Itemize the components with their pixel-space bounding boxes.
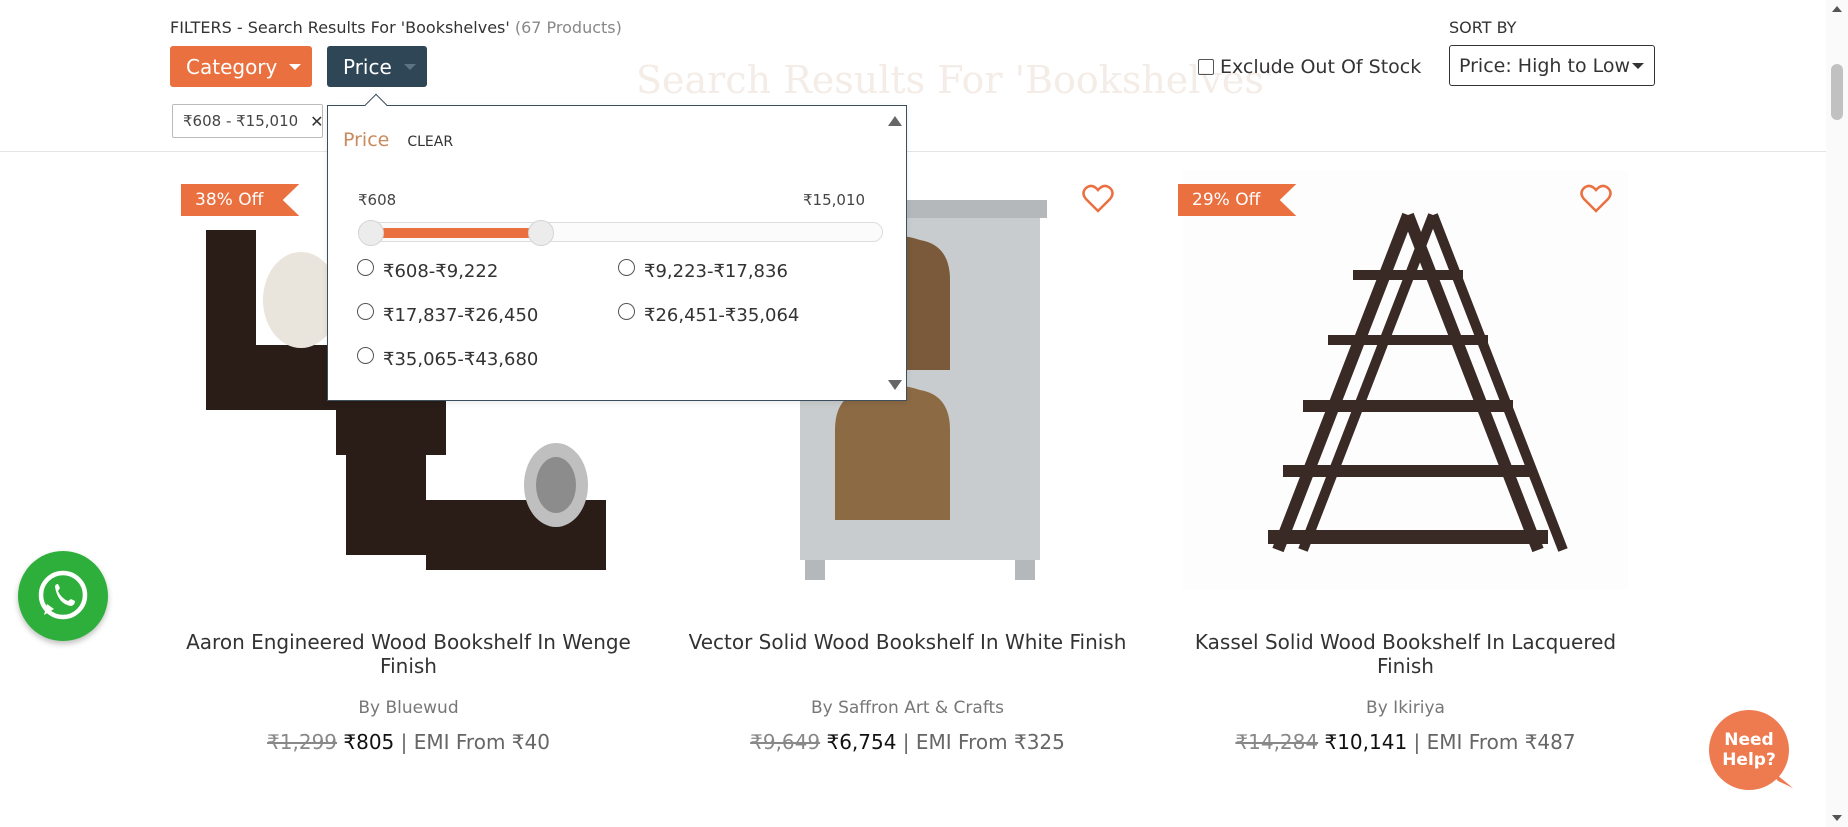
filters-heading: FILTERS - Search Results For 'Bookshelve… (170, 18, 622, 37)
chevron-down-icon (1632, 62, 1644, 69)
product-brand: By Bluewud (358, 698, 459, 718)
active-filter-chip: ₹608 - ₹15,010 ✕ (172, 104, 324, 138)
product-mrp: ₹14,284 (1235, 730, 1319, 754)
price-dropdown-header: Price CLEAR (343, 129, 453, 151)
exclude-out-of-stock-toggle[interactable]: Exclude Out Of Stock (1198, 56, 1421, 78)
sort-select[interactable]: Price: High to Low (1449, 45, 1655, 86)
product-price-line: ₹9,649 ₹6,754 | EMI From ₹325 (680, 730, 1135, 754)
product-emi: | EMI From ₹487 (1407, 730, 1576, 754)
price-range-slider[interactable] (358, 220, 883, 246)
price-option-label: ₹26,451-₹35,064 (644, 305, 800, 326)
product-emi: | EMI From ₹40 (394, 730, 550, 754)
product-price: ₹6,754 (826, 730, 897, 754)
product-brand: By Ikiriya (1366, 698, 1445, 718)
background-search-title: Search Results For 'Bookshelves' (636, 58, 1275, 102)
product-card[interactable]: 29% Off Kassel Solid Wood Bookshelf In L… (1178, 170, 1633, 760)
need-help-line-2: Help? (1722, 750, 1776, 770)
scroll-up-arrow[interactable] (1832, 6, 1842, 12)
filters-heading-text: FILTERS - Search Results For 'Bookshelve… (170, 18, 510, 37)
chevron-down-icon (403, 63, 416, 70)
dropdown-notch (364, 93, 388, 117)
price-option-label: ₹9,223-₹17,836 (644, 261, 788, 282)
price-filter-button[interactable]: Price (327, 46, 427, 87)
product-mrp: ₹9,649 (750, 730, 821, 754)
product-price: ₹10,141 (1324, 730, 1408, 754)
dropdown-scroll-up-arrow[interactable] (888, 116, 902, 126)
product-image[interactable] (1183, 170, 1628, 590)
product-price-line: ₹14,284 ₹10,141 | EMI From ₹487 (1178, 730, 1633, 754)
whatsapp-icon (38, 570, 88, 620)
need-help-button[interactable]: Need Help? (1709, 710, 1793, 790)
price-range-min-label: ₹608 (358, 191, 397, 209)
heart-icon[interactable] (1081, 182, 1115, 216)
sort-select-value: Price: High to Low (1459, 54, 1631, 77)
price-option-label: ₹608-₹9,222 (383, 261, 499, 282)
heart-icon[interactable] (1579, 182, 1613, 216)
active-filter-chip-label: ₹608 - ₹15,010 (183, 112, 299, 130)
product-count: (67 Products) (514, 18, 622, 37)
category-filter-button[interactable]: Category (170, 46, 312, 87)
price-clear-button[interactable]: CLEAR (407, 134, 453, 150)
need-help-line-1: Need (1724, 730, 1774, 750)
product-title[interactable]: Vector Solid Wood Bookshelf In White Fin… (680, 630, 1135, 654)
category-filter-label: Category (186, 54, 278, 79)
page-scrollbar[interactable] (1826, 0, 1848, 827)
price-option-5[interactable]: ₹35,065-₹43,680 (357, 347, 539, 370)
product-price: ₹805 (343, 730, 395, 754)
price-range-max-handle[interactable] (527, 220, 554, 246)
price-range-fill (369, 228, 538, 238)
product-brand: By Saffron Art & Crafts (810, 698, 1005, 718)
price-option-1[interactable]: ₹608-₹9,222 (357, 259, 499, 282)
chevron-down-icon (289, 63, 302, 70)
dropdown-scroll-down-arrow[interactable] (888, 380, 902, 390)
whatsapp-button[interactable] (18, 551, 108, 641)
scroll-down-arrow[interactable] (1832, 815, 1842, 821)
exclude-out-of-stock-label: Exclude Out Of Stock (1220, 56, 1422, 78)
close-icon[interactable]: ✕ (310, 112, 323, 131)
price-option-4[interactable]: ₹26,451-₹35,064 (618, 303, 800, 326)
exclude-out-of-stock-checkbox[interactable] (1198, 59, 1214, 75)
radio-button[interactable] (618, 259, 635, 276)
radio-button[interactable] (357, 259, 374, 276)
radio-button[interactable] (618, 303, 635, 320)
sort-by-label: SORT BY (1449, 18, 1517, 37)
price-range-max-label: ₹15,010 (803, 191, 866, 209)
price-option-3[interactable]: ₹17,837-₹26,450 (357, 303, 539, 326)
header-divider (0, 151, 1826, 152)
price-option-label: ₹35,065-₹43,680 (383, 349, 539, 370)
price-option-2[interactable]: ₹9,223-₹17,836 (618, 259, 788, 282)
discount-badge: 38% Off (181, 184, 300, 216)
product-title[interactable]: Kassel Solid Wood Bookshelf In Lacquered… (1178, 630, 1633, 678)
speech-bubble-tail (1771, 770, 1793, 788)
discount-badge: 29% Off (1178, 184, 1297, 216)
product-title[interactable]: Aaron Engineered Wood Bookshelf In Wenge… (181, 630, 636, 678)
product-emi: | EMI From ₹325 (896, 730, 1065, 754)
product-mrp: ₹1,299 (267, 730, 338, 754)
price-dropdown-panel: Price CLEAR ₹608 ₹15,010 ₹608-₹9,222 ₹9,… (327, 93, 907, 401)
price-range-min-handle[interactable] (358, 220, 384, 246)
scrollbar-thumb[interactable] (1831, 64, 1843, 120)
price-filter-label: Price (343, 54, 392, 79)
price-dropdown-title: Price (343, 129, 390, 151)
radio-button[interactable] (357, 347, 374, 364)
radio-button[interactable] (357, 303, 374, 320)
price-option-label: ₹17,837-₹26,450 (383, 305, 539, 326)
product-price-line: ₹1,299 ₹805 | EMI From ₹40 (181, 730, 636, 754)
